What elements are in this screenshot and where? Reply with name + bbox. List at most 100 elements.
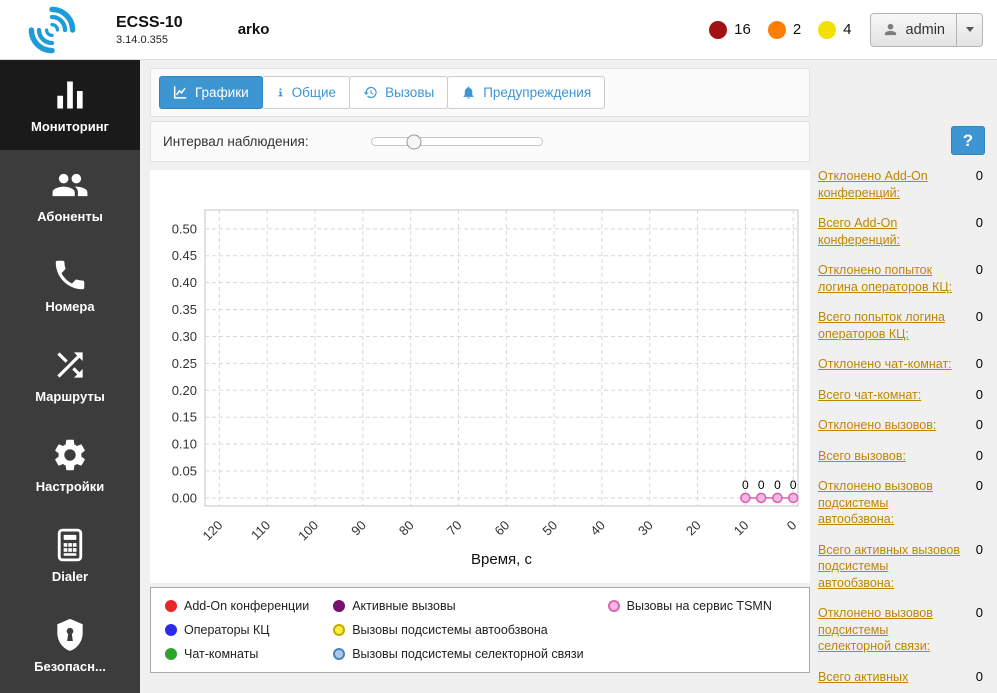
legend-marker-icon — [165, 600, 177, 612]
svg-text:0: 0 — [790, 478, 797, 492]
user-menu-main[interactable]: admin — [871, 21, 957, 38]
app-version: 3.14.0.355 — [116, 33, 168, 46]
stat-link[interactable]: Отклонено попыток логина операторов КЦ: — [818, 262, 963, 295]
stat-row: Отклонено вызовов подсистемы автообзвона… — [818, 478, 987, 528]
users-icon — [51, 166, 89, 204]
stat-row: Отклонено чат-комнат: 0 — [818, 356, 987, 373]
tab-bar: Графики Общие Вызовы Предупреждения — [150, 68, 810, 117]
stat-value: 0 — [975, 541, 983, 557]
stat-link[interactable]: Всего активных вызовов подсистемы автооб… — [818, 542, 963, 592]
svg-text:0: 0 — [742, 478, 749, 492]
svg-text:0.25: 0.25 — [172, 356, 197, 371]
tab-warnings[interactable]: Предупреждения — [447, 76, 606, 109]
stat-link[interactable]: Отклонено вызовов подсистемы автообзвона… — [818, 478, 963, 528]
stat-link[interactable]: Всего попыток логина операторов КЦ: — [818, 309, 963, 342]
sidebar-item-settings[interactable]: Настройки — [0, 420, 140, 510]
alarm-major[interactable]: 2 — [767, 20, 802, 39]
tab-graphs[interactable]: Графики — [159, 76, 263, 109]
svg-text:0.50: 0.50 — [172, 221, 197, 236]
alarm-minor-dot-icon — [818, 20, 837, 39]
svg-text:0.30: 0.30 — [172, 329, 197, 344]
chevron-down-icon — [965, 27, 974, 32]
svg-text:0.40: 0.40 — [172, 275, 197, 290]
alarm-critical-dot-icon — [709, 20, 728, 39]
interval-label: Интервал наблюдения: — [163, 134, 309, 149]
alarm-critical[interactable]: 16 — [709, 20, 751, 39]
stat-value: 0 — [975, 262, 983, 277]
sidebar-item-numbers[interactable]: Номера — [0, 240, 140, 330]
stat-link[interactable]: Отклонено чат-комнат: — [818, 356, 952, 373]
gear-icon — [51, 436, 89, 474]
stat-row: Всего активных вызовов подсистемы автооб… — [818, 542, 987, 592]
slider-handle[interactable] — [406, 134, 422, 149]
svg-text:10: 10 — [731, 518, 752, 539]
alarm-counters: 16 2 4 — [709, 20, 852, 39]
alarm-count: 16 — [734, 21, 751, 38]
svg-text:20: 20 — [683, 518, 704, 539]
bar-chart-icon — [51, 76, 89, 114]
legend-item: Вызовы на сервис TSMN — [607, 599, 772, 613]
help-button[interactable]: ? — [951, 126, 985, 155]
sidebar-item-label: Номера — [45, 299, 95, 314]
stat-link[interactable]: Отклонено вызовов: — [818, 417, 936, 434]
dialer-icon — [51, 526, 89, 564]
tab-calls[interactable]: Вызовы — [349, 76, 449, 109]
sidebar-item-routes[interactable]: Маршруты — [0, 330, 140, 420]
stat-value: 0 — [975, 386, 983, 402]
stat-row: Всего Add-On конференций: 0 — [818, 215, 987, 248]
eltex-logo — [26, 4, 78, 56]
legend-marker-icon — [333, 648, 346, 660]
stat-link[interactable]: Отклонено Add-On конференций: — [818, 168, 963, 201]
tab-label: Предупреждения — [483, 85, 592, 100]
legend-marker-icon — [165, 648, 177, 660]
stat-value: 0 — [975, 478, 983, 493]
svg-text:80: 80 — [396, 518, 417, 539]
stat-link[interactable]: Всего чат-комнат: — [818, 387, 921, 404]
sidebar-item-subscribers[interactable]: Абоненты — [0, 150, 140, 240]
bell-icon — [461, 85, 476, 100]
sidebar-item-monitoring[interactable]: Мониторинг — [0, 60, 140, 150]
stat-row: Всего попыток логина операторов КЦ: 0 — [818, 309, 987, 342]
interval-slider[interactable] — [370, 134, 543, 149]
header-right: 16 2 4 admin — [709, 12, 983, 47]
history-icon — [363, 85, 378, 100]
tab-general[interactable]: Общие — [261, 76, 351, 109]
legend-item: Вызовы подсистемы селекторной связи — [333, 647, 584, 661]
stat-row: Отклонено вызовов: 0 — [818, 417, 987, 434]
svg-text:0: 0 — [774, 478, 781, 492]
legend-item: Чат-комнаты — [165, 647, 309, 661]
tab-label: Общие — [291, 85, 337, 100]
svg-text:50: 50 — [539, 518, 560, 539]
stat-link[interactable]: Отклонено вызовов подсистемы селекторной… — [818, 605, 963, 655]
header: ECSS-10 3.14.0.355 arko 16 2 4 admin — [0, 0, 997, 60]
sidebar-item-dialer[interactable]: Dialer — [0, 510, 140, 600]
svg-text:70: 70 — [444, 518, 465, 539]
shield-icon — [51, 616, 89, 654]
legend-label: Операторы КЦ — [184, 623, 270, 637]
stat-value: 0 — [975, 668, 983, 684]
legend-marker-icon — [333, 624, 346, 636]
stat-row: Отклонено Add-On конференций: 0 — [818, 168, 987, 201]
stat-link[interactable]: Всего вызовов: — [818, 448, 906, 465]
sidebar-item-security[interactable]: Безопасн... — [0, 600, 140, 690]
legend-marker-icon — [607, 600, 620, 612]
alarm-count: 2 — [792, 21, 802, 38]
legend-label: Вызовы подсистемы автообзвона — [352, 623, 548, 637]
stat-link[interactable]: Всего активных — [818, 669, 908, 686]
user-name: admin — [905, 21, 946, 38]
phone-icon — [51, 256, 89, 294]
user-menu-caret[interactable] — [956, 13, 982, 46]
stat-link[interactable]: Всего Add-On конференций: — [818, 215, 963, 248]
user-menu-button[interactable]: admin — [869, 12, 983, 47]
stat-row: Всего активных 0 — [818, 669, 987, 686]
chart-line-icon — [173, 85, 188, 100]
svg-text:0.20: 0.20 — [172, 383, 197, 398]
stats-list: Отклонено Add-On конференций: 0 Всего Add-… — [818, 168, 987, 685]
sidebar: Мониторинг Абоненты Номера Маршруты Настройк… — [0, 60, 140, 693]
stat-row: Всего вызовов: 0 — [818, 448, 987, 465]
legend-label: Вызовы на сервис TSMN — [626, 599, 772, 613]
legend-marker-icon — [333, 600, 346, 612]
alarm-minor[interactable]: 4 — [818, 20, 852, 39]
stat-row: Отклонено вызовов подсистемы селекторной… — [818, 605, 987, 655]
chart-column: Графики Общие Вызовы Предупреждения Интерва… — [150, 68, 810, 685]
